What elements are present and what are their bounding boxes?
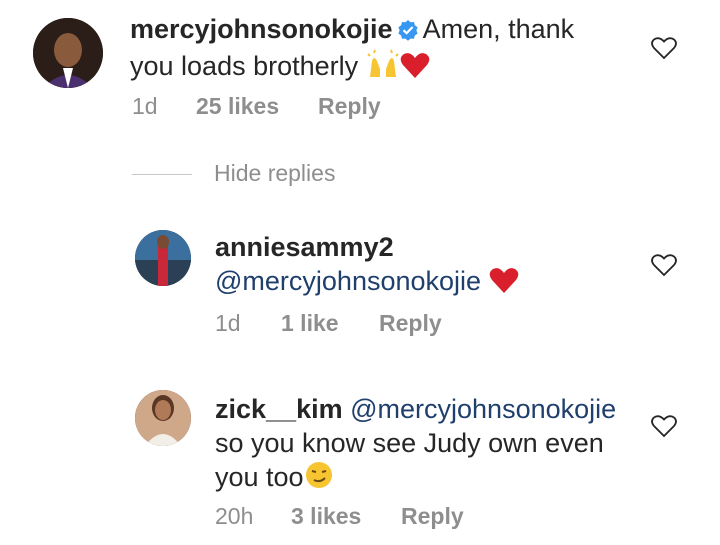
raising-hands-emoji bbox=[366, 49, 400, 87]
smirking-face-emoji bbox=[304, 460, 334, 498]
avatar[interactable] bbox=[135, 390, 191, 446]
likes-count[interactable]: 25 likes bbox=[196, 93, 318, 120]
mention-link[interactable]: @mercyjohnsonokojie bbox=[215, 266, 481, 296]
reply-text-line2: so you know see Judy own even bbox=[215, 428, 604, 458]
reply-username[interactable]: anniesammy2 bbox=[215, 232, 394, 262]
like-heart-icon[interactable] bbox=[651, 253, 677, 277]
verified-badge-icon bbox=[397, 15, 419, 49]
comment-username[interactable]: mercyjohnsonokojie bbox=[130, 14, 393, 44]
hide-replies-button[interactable]: Hide replies bbox=[132, 160, 335, 187]
red-heart-emoji bbox=[489, 266, 519, 302]
comment-text-line2: you loads brotherly bbox=[130, 51, 359, 81]
avatar[interactable] bbox=[135, 230, 191, 286]
mention-link[interactable]: @mercyjohnsonokojie bbox=[350, 394, 616, 424]
reply-time: 1d bbox=[215, 310, 241, 336]
reply-button[interactable]: Reply bbox=[401, 503, 464, 530]
like-heart-icon[interactable] bbox=[651, 36, 677, 60]
reply-text-line3: you too bbox=[215, 462, 304, 492]
comment-text: Amen, thank bbox=[422, 14, 575, 44]
reply-button[interactable]: Reply bbox=[379, 310, 442, 337]
comment-time: 1d bbox=[132, 93, 158, 119]
hide-replies-label: Hide replies bbox=[214, 160, 336, 186]
avatar[interactable] bbox=[33, 18, 103, 88]
red-heart-emoji bbox=[400, 51, 430, 87]
reply-username[interactable]: zick__kim bbox=[215, 394, 343, 424]
reply-time: 20h bbox=[215, 503, 254, 529]
likes-count[interactable]: 3 likes bbox=[291, 503, 401, 530]
like-heart-icon[interactable] bbox=[651, 414, 677, 438]
reply-button[interactable]: Reply bbox=[318, 93, 381, 120]
divider bbox=[132, 174, 192, 176]
likes-count[interactable]: 1 like bbox=[281, 310, 379, 337]
